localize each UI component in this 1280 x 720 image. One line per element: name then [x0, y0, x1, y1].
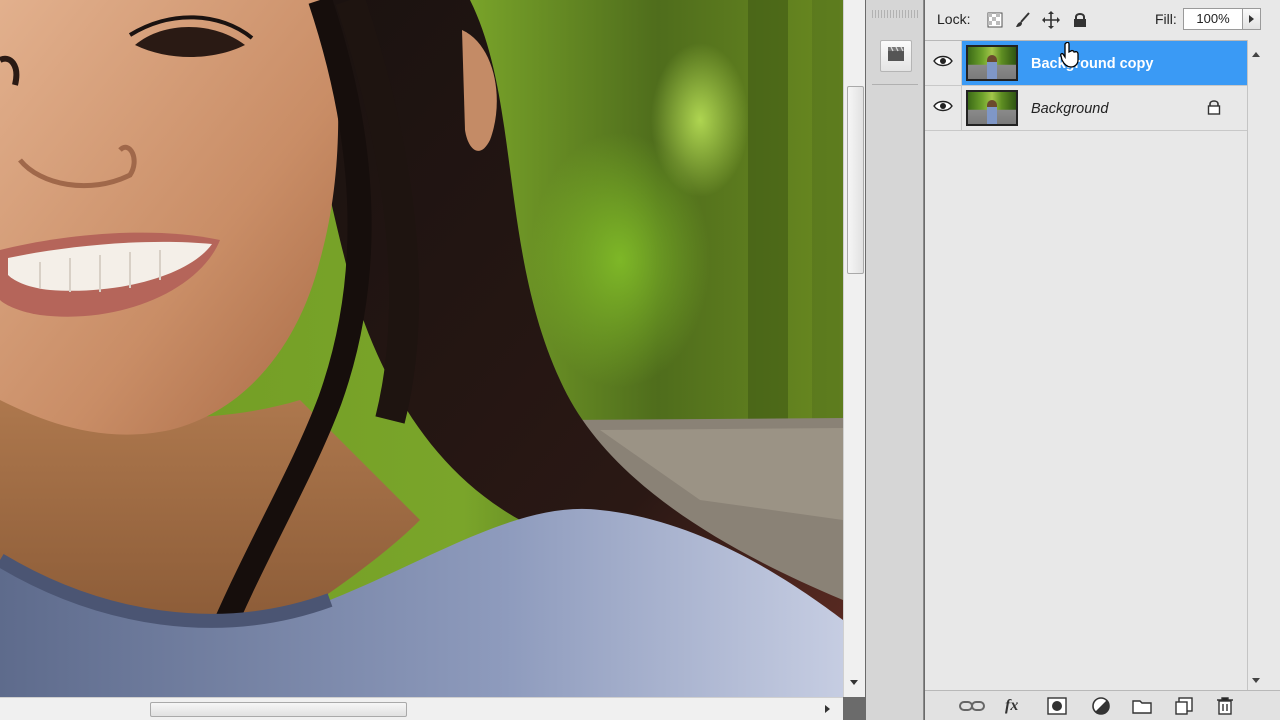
- lock-transparent-pixels-icon[interactable]: [986, 11, 1004, 29]
- layer-row-background[interactable]: Background: [925, 86, 1247, 131]
- layer-name[interactable]: Background copy: [1031, 56, 1153, 72]
- visibility-toggle[interactable]: [925, 41, 962, 85]
- fx-icon[interactable]: fx: [1005, 697, 1018, 715]
- layer-thumbnail: [966, 90, 1018, 126]
- panel-dock: [866, 0, 924, 720]
- vertical-scroll-thumb[interactable]: [847, 86, 864, 274]
- canvas-horizontal-scrollbar[interactable]: [0, 697, 843, 720]
- layer-lock-icon: [1207, 99, 1221, 120]
- layer-list: Background copy Background: [925, 40, 1247, 691]
- delete-layer-icon[interactable]: [1217, 697, 1233, 715]
- layer-name[interactable]: Background: [1031, 101, 1108, 117]
- lock-position-icon[interactable]: [1042, 11, 1060, 29]
- layer-thumbnail: [966, 45, 1018, 81]
- document-canvas[interactable]: [0, 0, 843, 697]
- lock-fill-row: Lock: Fill: 100%: [925, 0, 1280, 40]
- scroll-down-arrow-icon[interactable]: [850, 680, 858, 685]
- layers-bottom-toolbar: fx: [925, 690, 1280, 720]
- adjustment-layer-icon[interactable]: [1091, 697, 1111, 715]
- horizontal-scroll-thumb[interactable]: [150, 702, 407, 717]
- new-group-icon[interactable]: [1132, 697, 1152, 715]
- scroll-up-arrow-icon[interactable]: [1252, 52, 1260, 57]
- canvas-vertical-scrollbar[interactable]: [843, 0, 865, 697]
- layer-row-background-copy[interactable]: Background copy: [925, 41, 1247, 86]
- photo-image: [0, 0, 843, 697]
- lock-label: Lock:: [937, 11, 971, 27]
- layers-scrollbar[interactable]: [1247, 40, 1264, 690]
- lock-image-pixels-icon[interactable]: [1014, 11, 1032, 29]
- visibility-toggle[interactable]: [925, 86, 962, 130]
- eye-icon: [933, 99, 953, 117]
- link-layers-icon[interactable]: [959, 697, 985, 715]
- scroll-down-arrow-icon[interactable]: [1252, 678, 1260, 683]
- fill-opacity-input[interactable]: 100%: [1183, 8, 1243, 30]
- clapboard-icon: [887, 46, 905, 67]
- eye-icon: [933, 54, 953, 72]
- hand-cursor-icon: [1060, 41, 1080, 73]
- dock-grip[interactable]: [872, 10, 918, 18]
- layers-panel: Lock: Fill: 100% Background copy Backgro…: [925, 0, 1280, 720]
- dock-separator: [872, 84, 918, 85]
- scroll-right-arrow-icon[interactable]: [825, 705, 830, 713]
- new-layer-icon[interactable]: [1175, 697, 1193, 715]
- fill-slider-arrow-button[interactable]: [1243, 8, 1261, 30]
- dock-panel-button[interactable]: [880, 40, 912, 72]
- lock-all-icon[interactable]: [1071, 11, 1089, 29]
- layer-mask-icon[interactable]: [1047, 697, 1067, 715]
- fill-label: Fill:: [1155, 11, 1177, 27]
